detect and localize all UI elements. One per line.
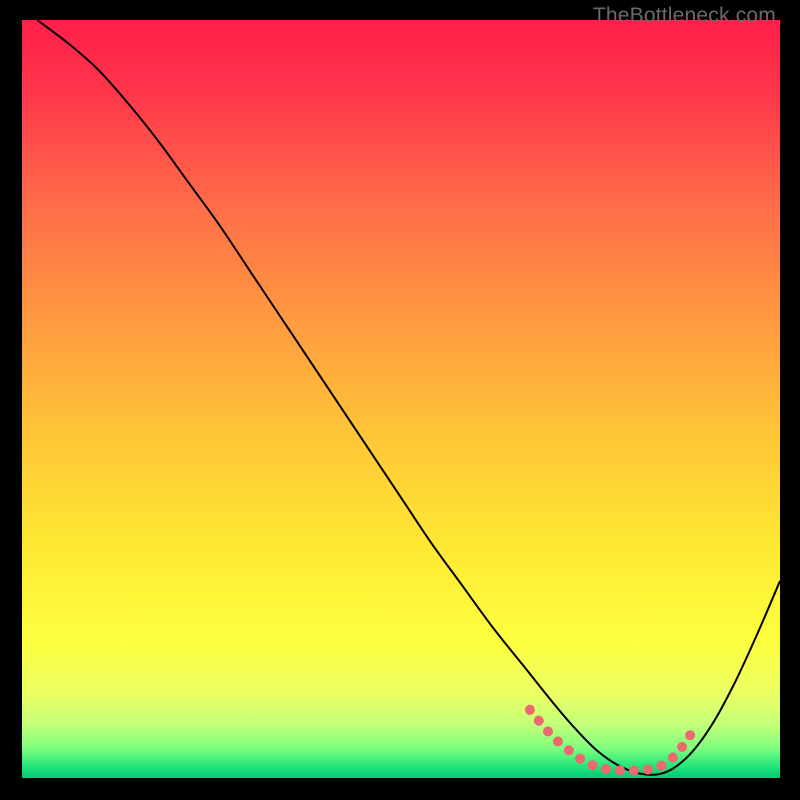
chart-lines — [22, 20, 780, 778]
chart-plot-area — [20, 20, 780, 780]
watermark-text: TheBottleneck.com — [593, 4, 776, 28]
main-curve-line — [37, 20, 780, 775]
